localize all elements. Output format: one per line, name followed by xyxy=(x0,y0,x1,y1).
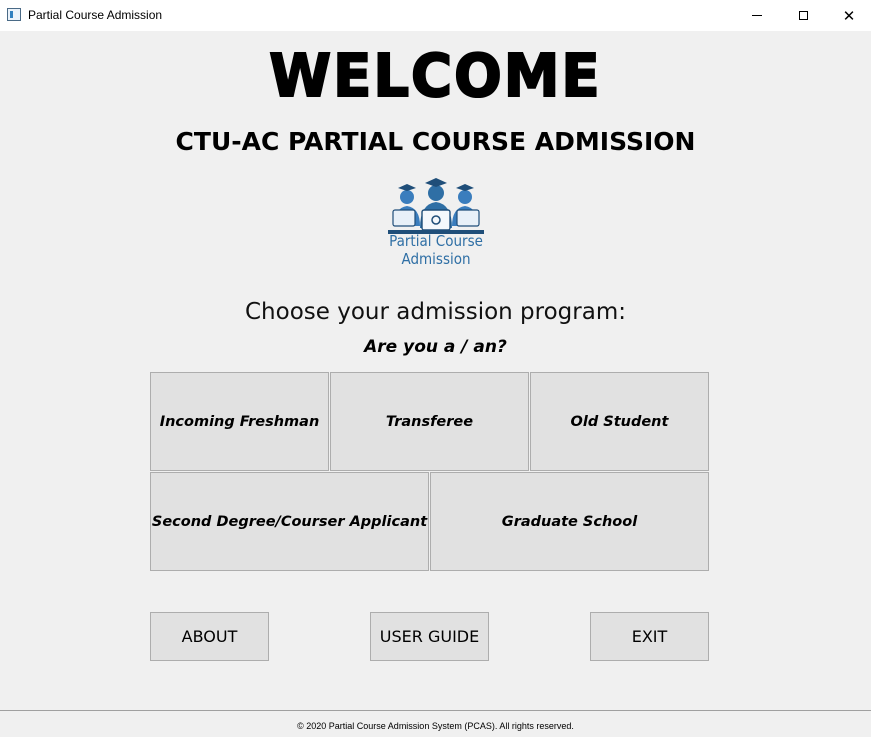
welcome-heading: WELCOME xyxy=(268,41,602,111)
title-bar: Partial Course Admission ✕ xyxy=(0,0,871,32)
option-old-student[interactable]: Old Student xyxy=(530,372,709,471)
page-title: CTU-AC PARTIAL COURSE ADMISSION xyxy=(175,127,696,156)
footer-copyright: © 2020 Partial Course Admission System (… xyxy=(297,721,574,731)
admission-question: Are you a / an? xyxy=(364,337,507,357)
maximize-button[interactable] xyxy=(780,0,826,31)
pcas-logo: Partial Course Admission xyxy=(350,176,522,268)
option-second-degree[interactable]: Second Degree/Courser Applicant xyxy=(150,472,429,571)
admission-prompt: Choose your admission program: xyxy=(245,299,626,325)
maximize-icon xyxy=(798,11,808,20)
footer-divider xyxy=(0,710,871,711)
about-button[interactable]: ABOUT xyxy=(150,612,269,661)
logo-text: Partial Course Admission xyxy=(389,232,483,268)
app-window-icon xyxy=(7,8,21,21)
option-transferee[interactable]: Transferee xyxy=(330,372,529,471)
close-button[interactable]: ✕ xyxy=(826,0,871,31)
minimize-icon xyxy=(752,15,762,16)
close-icon: ✕ xyxy=(842,6,856,25)
exit-button[interactable]: EXIT xyxy=(590,612,709,661)
students-logo-icon xyxy=(388,178,484,234)
user-guide-button[interactable]: USER GUIDE xyxy=(370,612,489,661)
minimize-button[interactable] xyxy=(734,0,780,31)
option-incoming-freshman[interactable]: Incoming Freshman xyxy=(150,372,329,471)
window-title: Partial Course Admission xyxy=(28,8,163,22)
option-graduate-school[interactable]: Graduate School xyxy=(430,472,709,571)
